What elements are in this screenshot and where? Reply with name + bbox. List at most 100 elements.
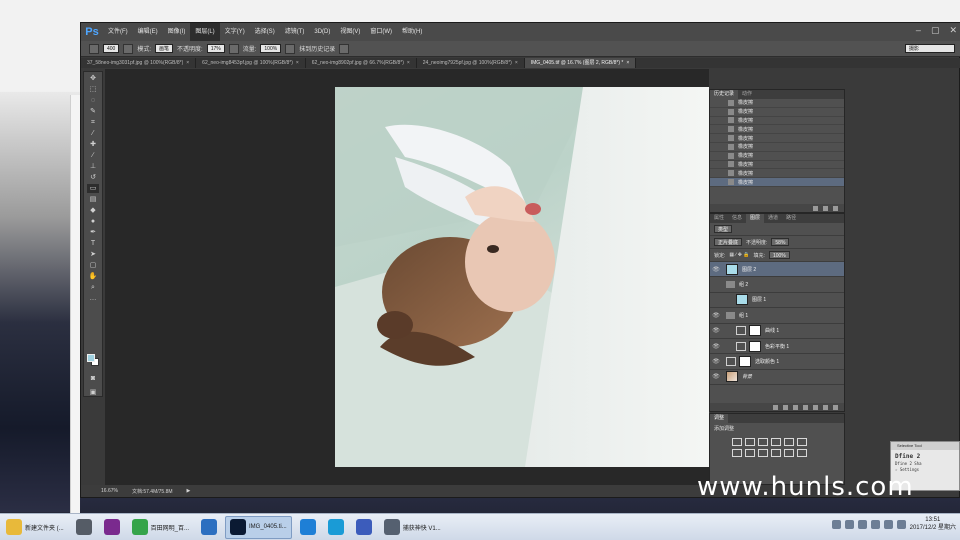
panel-tab[interactable]: 信息 <box>728 214 746 223</box>
taskbar-button[interactable] <box>324 516 348 539</box>
pressure-size-icon[interactable] <box>339 43 350 54</box>
taskbar-button[interactable] <box>352 516 376 539</box>
layer-row[interactable]: 👁 背景 <box>710 370 844 386</box>
stamp-tool-icon[interactable]: ⊥ <box>87 162 99 171</box>
adjustment-type-icon[interactable] <box>758 438 768 446</box>
history-item[interactable]: 橡皮擦 <box>710 108 844 117</box>
crop-tool-icon[interactable]: ⌗ <box>87 118 99 127</box>
new-group-icon[interactable] <box>813 404 818 410</box>
workspace-select[interactable]: 摄影 <box>905 44 955 53</box>
maximize-icon[interactable]: ▢ <box>931 25 940 36</box>
document-tab[interactable]: 62_neo-img8902pf.jpg @ 66.7%(RGB/8*) × <box>306 58 417 68</box>
zoom-tool-icon[interactable]: ⌕ <box>87 283 99 292</box>
pen-tool-icon[interactable]: ✒ <box>87 228 99 237</box>
delete-layer-icon[interactable] <box>833 404 838 410</box>
adjustment-type-icon[interactable] <box>771 438 781 446</box>
history-item[interactable]: 橡皮擦 <box>710 143 844 152</box>
taskbar-button[interactable] <box>296 516 320 539</box>
layer-row[interactable]: 图层 1 <box>710 293 844 309</box>
dodge-tool-icon[interactable]: ● <box>87 217 99 226</box>
adjustment-type-icon[interactable] <box>732 438 742 446</box>
gradient-tool-icon[interactable]: ▤ <box>87 195 99 204</box>
history-item[interactable]: 橡皮擦 <box>710 169 844 179</box>
tab-close-icon[interactable]: × <box>626 60 629 66</box>
erase-to-history-checkbox[interactable]: 抹到历史记录 <box>299 44 335 53</box>
dfine-title[interactable]: Dfine 2 <box>895 452 955 461</box>
menu-item[interactable]: 编辑(E) <box>133 23 163 41</box>
brush-size-field[interactable]: 400 <box>103 44 120 53</box>
history-item[interactable]: 橡皮擦 <box>710 125 844 135</box>
tab-close-icon[interactable]: × <box>407 60 410 66</box>
tab-actions[interactable]: 动作 <box>738 90 756 99</box>
adjustment-type-icon[interactable] <box>758 449 768 457</box>
panel-tab[interactable]: 属性 <box>710 214 728 223</box>
tab-adjustments[interactable]: 调整 <box>710 414 729 423</box>
visibility-eye-icon[interactable]: 👁 <box>710 373 722 380</box>
visibility-eye-icon[interactable]: 👁 <box>710 266 722 273</box>
layer-row[interactable]: 👁 色彩平衡 1 <box>710 339 844 355</box>
menu-item[interactable]: 图像(I) <box>163 23 191 41</box>
trash-icon[interactable] <box>833 205 838 211</box>
adjustment-type-icon[interactable] <box>771 449 781 457</box>
taskbar-button[interactable]: IMG_0405.ti... <box>225 515 292 539</box>
taskbar-button[interactable]: 百田网明_百... <box>128 516 193 539</box>
screen-mode-icon[interactable]: ▣ <box>87 388 99 397</box>
airbrush-icon[interactable] <box>285 43 296 54</box>
menu-item[interactable]: 文字(Y) <box>220 23 250 41</box>
history-item[interactable]: 橡皮擦 <box>710 117 844 126</box>
opacity-field[interactable]: 17% <box>206 44 225 53</box>
panel-tab[interactable]: 图层 <box>746 214 765 223</box>
blur-tool-icon[interactable]: ◆ <box>87 206 99 215</box>
document-tab[interactable]: 62_neo-img8453pf.jpg @ 100%(RGB/8*) × <box>196 58 306 68</box>
quick-select-tool-icon[interactable]: ✎ <box>87 107 99 116</box>
flow-field[interactable]: 100% <box>260 44 282 53</box>
layer-row[interactable]: 👁 图层 2 <box>710 262 844 278</box>
network-icon[interactable] <box>870 519 880 529</box>
hand-tool-icon[interactable]: ✋ <box>87 272 99 281</box>
new-document-from-state-icon[interactable] <box>813 205 818 211</box>
visibility-eye-icon[interactable]: 👁 <box>710 327 722 334</box>
history-item[interactable]: 橡皮擦 <box>710 178 844 187</box>
selective-tool-title[interactable]: Selective Tool <box>891 442 959 450</box>
adjustment-type-icon[interactable] <box>784 449 794 457</box>
menu-item[interactable]: 视图(V) <box>335 23 365 41</box>
menu-item[interactable]: 3D(D) <box>309 23 335 41</box>
lock-icons[interactable]: ▦ ∕ ✥ 🔒 <box>729 252 749 258</box>
brush-tool-icon[interactable]: ∕ <box>87 151 99 160</box>
healing-tool-icon[interactable]: ✚ <box>87 140 99 149</box>
taskbar-button[interactable]: 捕获神快 V1... <box>380 516 445 539</box>
taskbar-button[interactable] <box>100 516 124 539</box>
qq-icon[interactable] <box>857 519 867 529</box>
keyboard-icon[interactable] <box>831 519 841 529</box>
panel-tab[interactable]: 通道 <box>764 214 782 223</box>
eraser-tool-icon[interactable]: ▭ <box>87 184 99 193</box>
adjustment-layer-icon[interactable] <box>803 404 808 410</box>
layer-row[interactable]: 👁 选取颜色 1 <box>710 354 844 370</box>
foreground-color-swatch[interactable] <box>87 354 95 362</box>
panel-tab[interactable]: 路径 <box>782 214 800 223</box>
shape-tool-icon[interactable]: ▢ <box>87 261 99 270</box>
taskbar-button[interactable] <box>197 516 221 539</box>
menu-item[interactable]: 图层(L) <box>190 23 220 41</box>
link-layers-icon[interactable] <box>773 404 778 410</box>
menu-item[interactable]: 窗口(W) <box>365 23 397 41</box>
tab-close-icon[interactable]: × <box>186 60 189 66</box>
taskbar-button[interactable] <box>72 516 96 539</box>
layer-style-icon[interactable] <box>783 404 788 410</box>
new-layer-icon[interactable] <box>823 404 828 410</box>
snapshot-icon[interactable] <box>823 205 828 211</box>
history-item[interactable]: 橡皮擦 <box>710 99 844 108</box>
menu-item[interactable]: 滤镜(T) <box>280 23 310 41</box>
history-item[interactable]: 橡皮擦 <box>710 134 844 143</box>
eyedropper-tool-icon[interactable]: ⁄ <box>87 129 99 138</box>
adjustment-type-icon[interactable] <box>797 438 807 446</box>
document-tab[interactable]: IMG_0405.tif @ 16.7% (图层 2, RGB/8*) * × <box>524 58 637 68</box>
clock[interactable]: 13:51 2017/12/2 星期六 <box>910 516 956 532</box>
tab-close-icon[interactable]: × <box>296 60 299 66</box>
visibility-eye-icon[interactable]: 👁 <box>710 358 722 365</box>
add-mask-icon[interactable] <box>793 404 798 410</box>
marquee-tool-icon[interactable]: ⬚ <box>87 85 99 94</box>
document-tab[interactable]: 37_58neo-img3031pf.jpg @ 100%(RGB/8*) × <box>81 58 197 68</box>
path-select-tool-icon[interactable]: ➤ <box>87 250 99 259</box>
adjustment-type-icon[interactable] <box>745 438 755 446</box>
